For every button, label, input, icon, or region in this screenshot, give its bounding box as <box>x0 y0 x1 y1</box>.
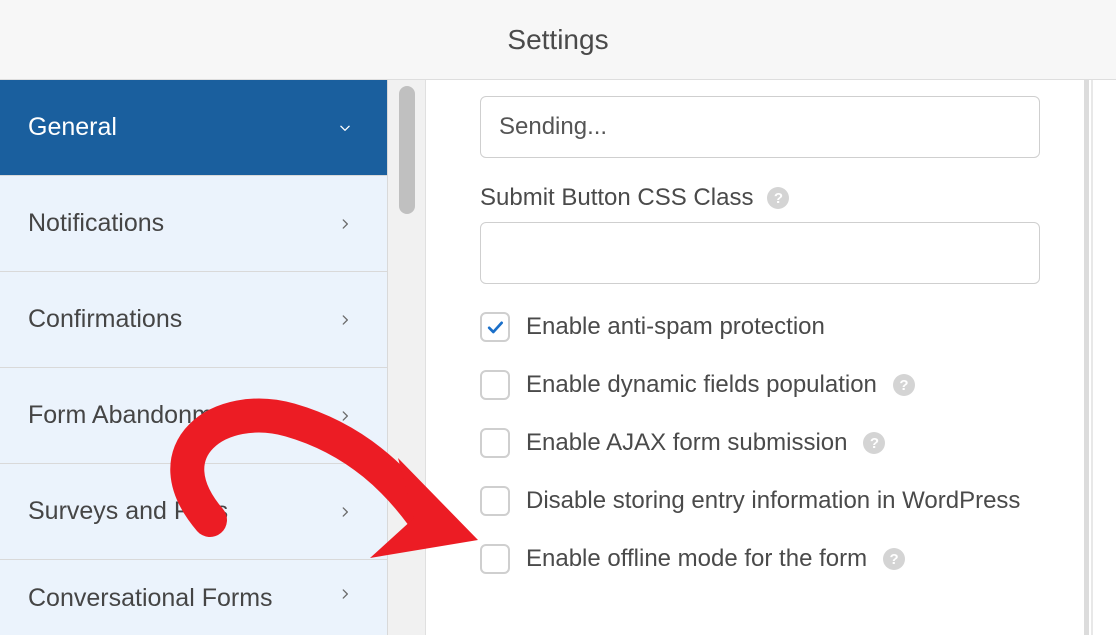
option-label: Enable AJAX form submission <box>526 429 847 457</box>
chevron-right-icon <box>335 406 355 426</box>
option-disable-storing[interactable]: Disable storing entry information in Wor… <box>480 486 1040 516</box>
checkbox[interactable] <box>480 486 510 516</box>
checkbox[interactable] <box>480 428 510 458</box>
sidebar-item-label: Confirmations <box>28 305 182 334</box>
sidebar-item-general[interactable]: General <box>0 80 387 176</box>
option-ajax-submission[interactable]: Enable AJAX form submission ? <box>480 428 1040 458</box>
page-title: Settings <box>507 24 608 56</box>
help-icon[interactable]: ? <box>893 374 915 396</box>
input-value: Sending... <box>499 113 607 141</box>
help-icon[interactable]: ? <box>883 548 905 570</box>
sidebar-item-notifications[interactable]: Notifications <box>0 176 387 272</box>
sidebar-item-label: Notifications <box>28 209 164 238</box>
settings-sidebar: General Notifications Confirmations Form… <box>0 80 388 635</box>
sidebar-item-surveys-polls[interactable]: Surveys and Polls <box>0 464 387 560</box>
checkbox[interactable] <box>480 370 510 400</box>
option-label: Enable dynamic fields population <box>526 371 877 399</box>
checkbox[interactable] <box>480 544 510 574</box>
chevron-down-icon <box>335 118 355 138</box>
sidebar-item-label: Surveys and Polls <box>28 497 228 526</box>
sidebar-item-label: Conversational Forms <box>28 584 273 613</box>
sidebar-item-label: General <box>28 113 117 142</box>
help-icon[interactable]: ? <box>767 187 789 209</box>
option-dynamic-fields[interactable]: Enable dynamic fields population ? <box>480 370 1040 400</box>
sending-text-input[interactable]: Sending... <box>480 96 1040 158</box>
header: Settings <box>0 0 1116 80</box>
label-text: Submit Button CSS Class <box>480 184 753 212</box>
chevron-right-icon <box>335 502 355 522</box>
option-label: Disable storing entry information in Wor… <box>526 487 1020 515</box>
options-list: Enable anti-spam protection Enable dynam… <box>480 312 1040 574</box>
help-icon[interactable]: ? <box>863 432 885 454</box>
sidebar-item-confirmations[interactable]: Confirmations <box>0 272 387 368</box>
submit-css-class-input[interactable] <box>480 222 1040 284</box>
sidebar-item-conversational-forms[interactable]: Conversational Forms <box>0 560 387 632</box>
scrollbar-gutter <box>388 80 426 635</box>
chevron-right-icon <box>335 310 355 330</box>
scrollbar-thumb[interactable] <box>399 86 415 214</box>
checkbox[interactable] <box>480 312 510 342</box>
chevron-right-icon <box>335 214 355 234</box>
option-label: Enable anti-spam protection <box>526 313 825 341</box>
settings-panel: Sending... Submit Button CSS Class ? Ena… <box>426 80 1116 635</box>
submit-css-class-label: Submit Button CSS Class ? <box>480 184 1040 212</box>
chevron-right-icon <box>335 584 355 604</box>
sidebar-item-form-abandonment[interactable]: Form Abandonment <box>0 368 387 464</box>
panel-right-edge <box>1084 80 1112 635</box>
option-anti-spam[interactable]: Enable anti-spam protection <box>480 312 1040 342</box>
sidebar-item-label: Form Abandonment <box>28 401 248 430</box>
option-label: Enable offline mode for the form <box>526 545 867 573</box>
option-offline-mode[interactable]: Enable offline mode for the form ? <box>480 544 1040 574</box>
